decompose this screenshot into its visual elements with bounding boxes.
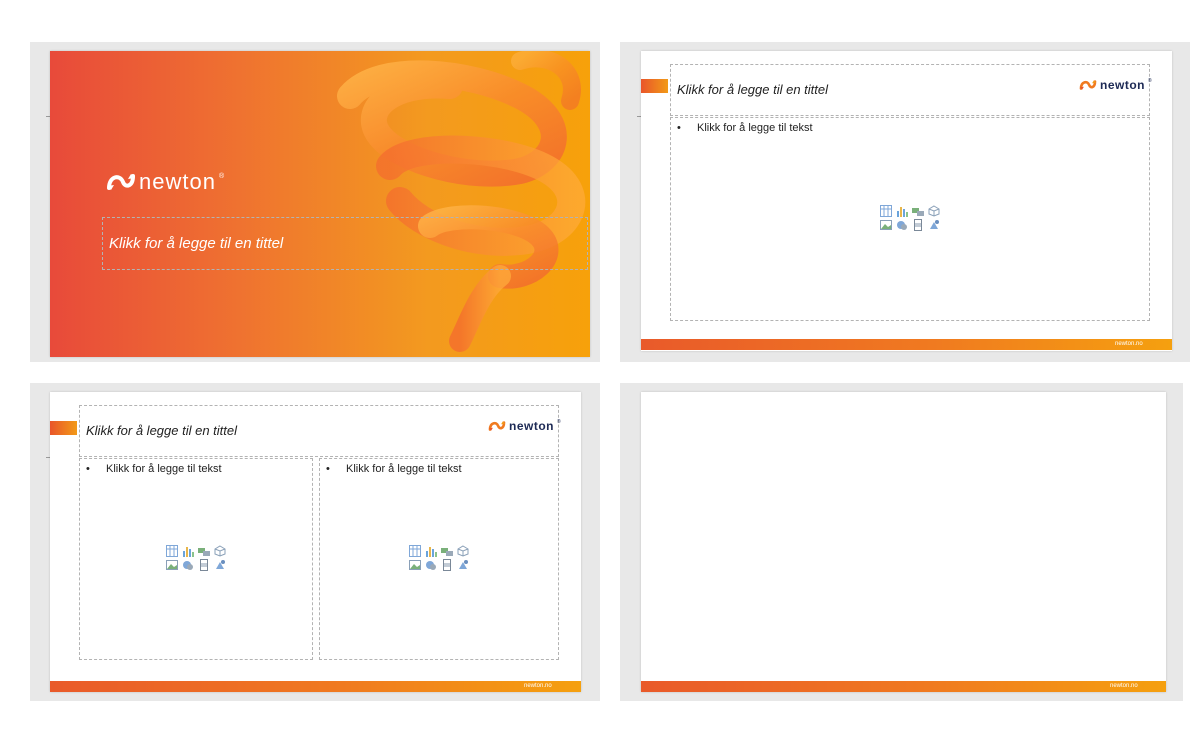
bullet-text: Klikk for å legge til tekst bbox=[346, 463, 462, 475]
content-slide[interactable]: Klikk for å legge til en tittel newton ®… bbox=[641, 51, 1172, 351]
newton-mark-icon bbox=[1079, 80, 1097, 90]
newton-mark-icon bbox=[488, 421, 506, 431]
newton-logo: newton ® bbox=[106, 169, 224, 195]
orange-spiral-image bbox=[337, 51, 586, 352]
icons-icon[interactable] bbox=[928, 218, 940, 230]
3d-model-icon[interactable] bbox=[928, 204, 940, 217]
stock-image-icon[interactable] bbox=[425, 558, 437, 570]
bullet-item-right: • Klikk for å legge til tekst bbox=[326, 463, 462, 475]
title-text: Klikk for å legge til en tittel bbox=[86, 423, 238, 438]
table-icon[interactable] bbox=[409, 544, 421, 557]
insert-content-icons-right bbox=[409, 544, 471, 571]
bullet-item-left: • Klikk for å legge til tekst bbox=[86, 463, 222, 475]
icons-icon[interactable] bbox=[457, 558, 469, 570]
bullet-symbol: • bbox=[677, 122, 681, 134]
picture-icon[interactable] bbox=[409, 558, 421, 570]
3d-model-icon[interactable] bbox=[214, 544, 226, 557]
3d-model-icon[interactable] bbox=[457, 544, 469, 557]
footer-url: newton.no bbox=[1115, 341, 1143, 347]
newton-logo: newton ® bbox=[488, 419, 561, 433]
chart-icon[interactable] bbox=[425, 544, 437, 557]
newton-logo: newton ® bbox=[1079, 78, 1152, 92]
video-icon[interactable] bbox=[198, 558, 210, 571]
chart-icon[interactable] bbox=[896, 204, 908, 217]
footer-bar bbox=[50, 681, 581, 692]
stock-image-icon[interactable] bbox=[182, 558, 194, 570]
title-accent-bar bbox=[641, 79, 668, 93]
newton-mark-icon bbox=[107, 174, 135, 190]
smartart-icon[interactable] bbox=[441, 544, 453, 556]
blank-slide[interactable]: newton.no bbox=[641, 392, 1166, 692]
video-icon[interactable] bbox=[441, 558, 453, 571]
two-content-slide[interactable]: Klikk for å legge til en tittel newton ®… bbox=[50, 392, 581, 692]
insert-content-icons-left bbox=[166, 544, 228, 571]
table-icon[interactable] bbox=[880, 204, 892, 217]
bullet-symbol: • bbox=[326, 463, 330, 475]
brand-name: newton bbox=[1100, 78, 1145, 92]
bullet-item: • Klikk for å legge til tekst bbox=[677, 122, 813, 134]
video-icon[interactable] bbox=[912, 218, 924, 231]
insert-content-icons bbox=[880, 204, 942, 231]
footer-bar bbox=[641, 681, 1166, 692]
title-slide[interactable]: newton ® Klikk for å legge til en tittel bbox=[50, 51, 590, 357]
title-text: Klikk for å legge til en tittel bbox=[677, 82, 829, 97]
footer-bar bbox=[641, 339, 1172, 350]
table-icon[interactable] bbox=[166, 544, 178, 557]
stock-image-icon[interactable] bbox=[896, 218, 908, 230]
bullet-symbol: • bbox=[86, 463, 90, 475]
registered-mark: ® bbox=[218, 173, 225, 180]
registered-mark: ® bbox=[557, 419, 561, 425]
brand-name: newton bbox=[139, 169, 216, 194]
picture-icon[interactable] bbox=[166, 558, 178, 570]
footer-url: newton.no bbox=[524, 683, 552, 689]
smartart-icon[interactable] bbox=[198, 544, 210, 556]
brand-name: newton bbox=[509, 419, 554, 433]
chart-icon[interactable] bbox=[182, 544, 194, 557]
picture-icon[interactable] bbox=[880, 218, 892, 230]
footer-url: newton.no bbox=[1110, 683, 1138, 689]
title-accent-bar bbox=[50, 421, 77, 435]
title-text: Klikk for å legge til en tittel bbox=[109, 235, 284, 252]
smartart-icon[interactable] bbox=[912, 204, 924, 216]
registered-mark: ® bbox=[1148, 78, 1152, 84]
bullet-text: Klikk for å legge til tekst bbox=[106, 463, 222, 475]
icons-icon[interactable] bbox=[214, 558, 226, 570]
bullet-text: Klikk for å legge til tekst bbox=[697, 122, 813, 134]
